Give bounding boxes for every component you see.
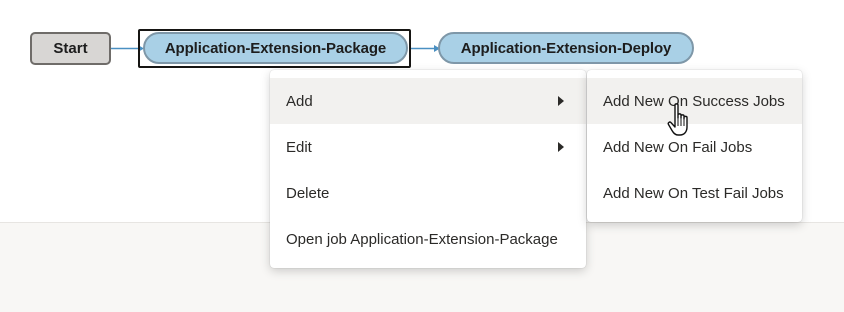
submenu-item-add-on-success-jobs[interactable]: Add New On Success Jobs xyxy=(587,78,802,124)
menu-item-label: Add New On Success Jobs xyxy=(603,92,785,110)
menu-item-label: Add New On Fail Jobs xyxy=(603,138,753,156)
pipeline-node-start[interactable]: Start xyxy=(30,32,111,65)
menu-item-add[interactable]: Add xyxy=(270,78,586,124)
node-label: Start xyxy=(53,40,88,57)
submenu-item-add-on-fail-jobs[interactable]: Add New On Fail Jobs xyxy=(587,124,802,170)
menu-item-label: Edit xyxy=(286,138,312,156)
menu-item-label: Delete xyxy=(286,184,330,202)
connector-package-to-deploy xyxy=(410,45,440,52)
menu-item-delete[interactable]: Delete xyxy=(270,170,586,216)
node-label: Application-Extension-Deploy xyxy=(460,39,672,57)
submenu-item-add-on-test-fail-jobs[interactable]: Add New On Test Fail Jobs xyxy=(587,170,802,216)
caret-right-icon xyxy=(558,142,564,152)
caret-right-icon xyxy=(558,96,564,106)
menu-item-edit[interactable]: Edit xyxy=(270,124,586,170)
pipeline-node-application-extension-package[interactable]: Application-Extension-Package xyxy=(143,32,408,64)
context-menu: Add Edit Delete Open job Application-Ext… xyxy=(270,70,586,268)
pipeline-node-application-extension-deploy[interactable]: Application-Extension-Deploy xyxy=(438,32,694,64)
menu-item-label: Add xyxy=(286,92,313,110)
menu-item-label: Open job Application-Extension-Package xyxy=(286,230,558,248)
menu-item-label: Add New On Test Fail Jobs xyxy=(603,184,784,202)
add-submenu: Add New On Success Jobs Add New On Fail … xyxy=(587,70,802,222)
menu-item-open-job[interactable]: Open job Application-Extension-Package xyxy=(270,216,586,262)
pipeline-diagram: Start Application-Extension-Package Appl… xyxy=(0,0,844,80)
node-label: Application-Extension-Package xyxy=(164,39,387,57)
